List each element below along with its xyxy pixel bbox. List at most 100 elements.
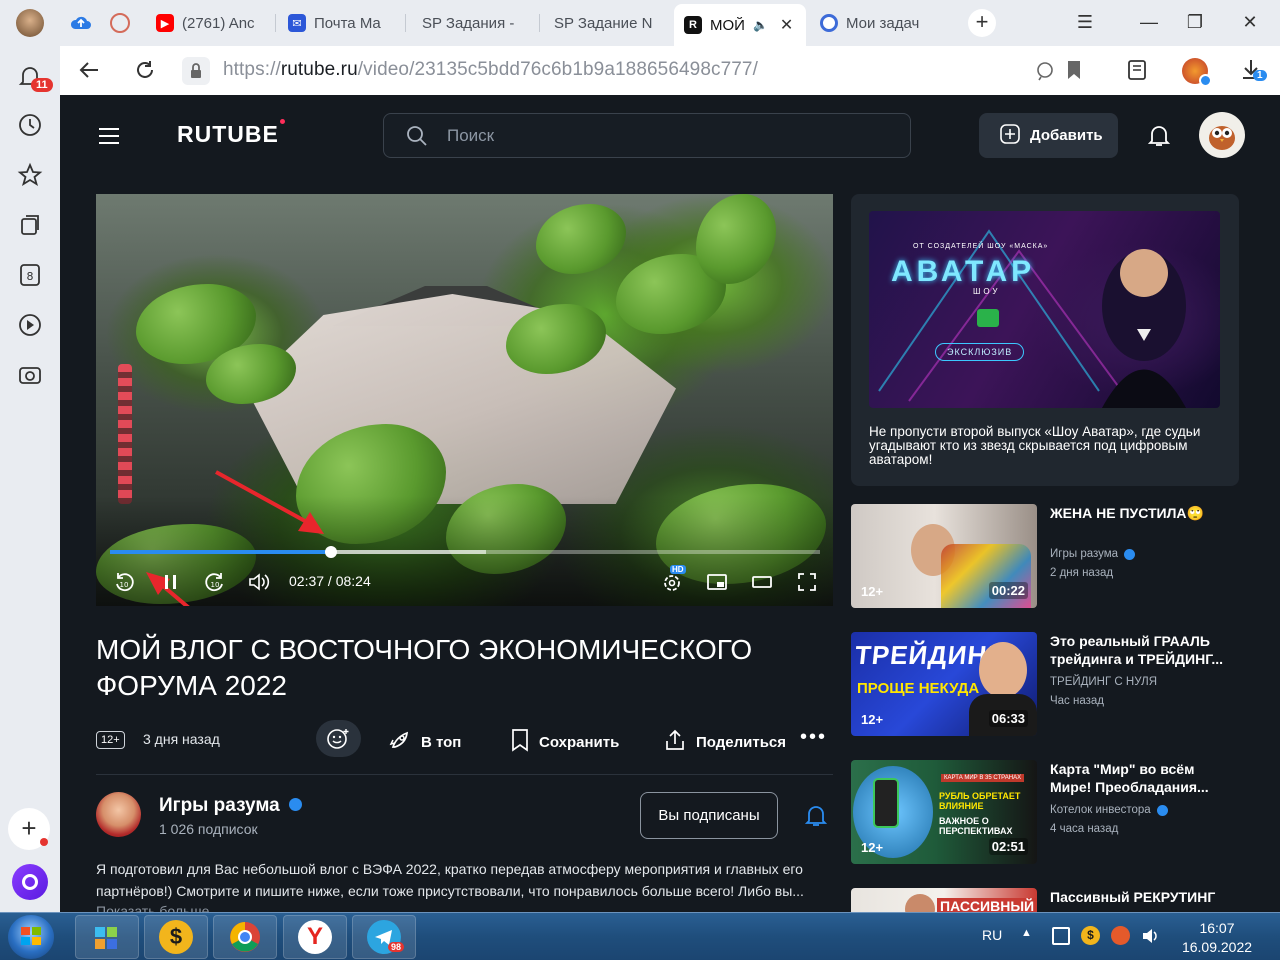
taskbar-app-coin[interactable]: $ (144, 915, 208, 959)
save-button[interactable]: Сохранить (510, 728, 619, 756)
promo-image[interactable]: ОТ СОЗДАТЕЛЕЙ ШОУ «МАСКА» АВАТАР ШОУ ЭКС… (869, 211, 1220, 408)
video-player-icon[interactable] (17, 312, 43, 338)
counter-widget-icon[interactable]: 8 (17, 262, 43, 288)
tray-network-icon[interactable] (1052, 927, 1070, 945)
taskbar-yandex-browser[interactable]: Y (283, 915, 347, 959)
search-icon (406, 125, 428, 152)
lock-icon[interactable] (182, 57, 210, 85)
settings-gear-icon[interactable]: HD (661, 565, 686, 593)
tray-volume-icon[interactable] (1141, 926, 1161, 951)
pause-icon[interactable] (160, 571, 182, 593)
history-clock-icon[interactable] (17, 112, 43, 138)
clock[interactable]: 16:07 16.09.2022 (1172, 919, 1262, 957)
rec-title[interactable]: ЖЕНА НЕ ПУСТИЛА🙄 (1050, 504, 1235, 522)
reaction-button[interactable] (316, 720, 361, 757)
collections-icon[interactable] (17, 212, 43, 238)
tab-sp-tasks[interactable]: SP Задания - (412, 6, 540, 40)
bookmark-flag-icon[interactable] (1066, 60, 1082, 85)
tray-app-icon[interactable] (1111, 926, 1130, 945)
translate-icon[interactable] (1034, 60, 1056, 87)
rec-title[interactable]: Карта "Мир" во всём Мире! Преобладания..… (1050, 760, 1235, 796)
search-input[interactable]: Поиск (383, 113, 911, 158)
minimize-icon[interactable]: — (1137, 12, 1161, 33)
address-bar: https://rutube.ru/video/23135c5bdd76c6b1… (60, 46, 1280, 95)
back-arrow-icon[interactable] (78, 60, 100, 85)
verified-check-icon (1199, 74, 1212, 87)
channel-name[interactable]: Игры разума (159, 795, 303, 817)
extension-icon[interactable] (1182, 58, 1212, 87)
bookmarks-star-icon[interactable] (17, 162, 43, 188)
taskbar-telegram[interactable]: 98 (352, 915, 416, 959)
tab-youtube[interactable]: ▶ (2761) Anc (146, 6, 276, 40)
channel-avatar[interactable] (96, 792, 141, 837)
rec-thumbnail[interactable]: 12+ 00:22 (851, 504, 1037, 608)
rec-item-1[interactable]: 12+ 00:22 ЖЕНА НЕ ПУСТИЛА🙄 Игры разума 2… (851, 504, 1239, 608)
taskbar-chrome[interactable] (213, 915, 277, 959)
speaker-icon[interactable]: 🔈 (753, 18, 768, 32)
forward-10-icon[interactable]: 10 (204, 571, 226, 593)
restore-icon[interactable]: ❐ (1183, 12, 1207, 33)
rec-channel[interactable]: Котелок инвестора (1050, 804, 1168, 816)
rec-title[interactable]: Это реальный ГРААЛЬ трейдинга и ТРЕЙДИНГ… (1050, 632, 1235, 668)
promo-subtitle-top: ОТ СОЗДАТЕЛЕЙ ШОУ «МАСКА» (913, 243, 1049, 250)
rec-item-2[interactable]: ТРЕЙДИНГ ПРОЩЕ НЕКУДА 12+ 06:33 Это реал… (851, 632, 1239, 736)
rec-date: Час назад (1050, 695, 1105, 707)
new-tab-button[interactable]: + (968, 9, 996, 37)
more-options-icon[interactable]: ••• (800, 727, 827, 747)
rewind-10-icon[interactable]: 10 (113, 571, 135, 593)
rec-thumbnail[interactable]: ТРЕЙДИНГ ПРОЩЕ НЕКУДА 12+ 06:33 (851, 632, 1037, 736)
annotation-arrows (146, 470, 324, 606)
profile-avatar[interactable] (16, 9, 44, 37)
rec-channel[interactable]: ТРЕЙДИНГ С НУЛЯ (1050, 676, 1157, 688)
progress-bar[interactable] (110, 546, 820, 558)
header-bell-icon[interactable] (1147, 124, 1171, 153)
add-panel-button[interactable]: + (8, 808, 50, 850)
tray-coin-icon[interactable]: $ (1081, 926, 1100, 945)
tab-mail[interactable]: ✉ Почта Ma (278, 6, 406, 40)
pinned-tab-icon[interactable] (110, 13, 130, 33)
show-more-link[interactable]: Показать больше (96, 903, 209, 912)
volume-icon[interactable] (247, 571, 271, 593)
menu-icon[interactable]: ☰ (1073, 12, 1097, 33)
rec-channel[interactable]: Игры разума (1050, 548, 1136, 560)
rec-thumbnail[interactable]: КАРТА МИР В 35 СТРАНАХ РУБЛЬ ОБРЕТАЕТ ВЛ… (851, 760, 1037, 864)
alice-assistant-icon[interactable] (12, 864, 48, 900)
theater-mode-icon[interactable] (751, 571, 773, 593)
rec-item-4[interactable]: ПАССИВНЫЙ Пассивный РЕКРУТИНГ (851, 888, 1239, 912)
add-video-button[interactable]: Добавить (979, 113, 1118, 158)
notifications-bell-icon[interactable]: 11 (17, 64, 53, 92)
picture-in-picture-icon[interactable] (706, 571, 728, 593)
rutube-logo[interactable]: RUTUBE (177, 119, 285, 148)
start-button[interactable] (8, 915, 54, 959)
taskbar-app-cube[interactable] (75, 915, 139, 959)
language-indicator[interactable]: RU (982, 927, 1002, 943)
tray-expand-icon[interactable]: ▲ (1021, 927, 1032, 939)
screenshot-camera-icon[interactable] (17, 362, 43, 388)
promo-banner[interactable]: ОТ СОЗДАТЕЛЕЙ ШОУ «МАСКА» АВАТАР ШОУ ЭКС… (851, 194, 1239, 486)
verified-icon (289, 798, 303, 811)
fullscreen-icon[interactable] (796, 571, 818, 593)
rec-thumbnail[interactable]: ПАССИВНЫЙ (851, 888, 1037, 912)
downloads-badge: 1 (1253, 70, 1267, 81)
youtube-icon: ▶ (156, 14, 174, 32)
tab-sp-task[interactable]: SP Задание N (544, 6, 672, 40)
rec-title[interactable]: Пассивный РЕКРУТИНГ (1050, 888, 1235, 906)
tab-rutube-active[interactable]: R МОЙ 🔈 ✕ (674, 4, 806, 46)
cloud-upload-icon[interactable] (70, 13, 92, 33)
share-button[interactable]: Поделиться (663, 728, 786, 756)
close-tab-icon[interactable]: ✕ (780, 15, 793, 35)
reading-list-icon[interactable] (1126, 58, 1152, 87)
hamburger-menu-icon[interactable] (98, 127, 120, 150)
user-avatar[interactable] (1199, 112, 1245, 158)
subscribed-button[interactable]: Вы подписаны (640, 792, 778, 839)
top-button[interactable]: В топ (388, 728, 461, 756)
downloads-icon[interactable]: 1 (1240, 58, 1267, 85)
close-window-icon[interactable]: ✕ (1238, 12, 1262, 33)
rec-item-3[interactable]: КАРТА МИР В 35 СТРАНАХ РУБЛЬ ОБРЕТАЕТ ВЛ… (851, 760, 1239, 864)
reload-icon[interactable] (134, 59, 156, 86)
verified-icon (1156, 804, 1168, 816)
tab-my-tasks[interactable]: Мои задач (810, 6, 938, 40)
video-player[interactable]: 10 10 02:37 / 08:24 HD (96, 194, 833, 606)
url-field[interactable]: https://rutube.ru/video/23135c5bdd76c6b1… (223, 59, 758, 81)
channel-bell-icon[interactable] (804, 804, 828, 833)
